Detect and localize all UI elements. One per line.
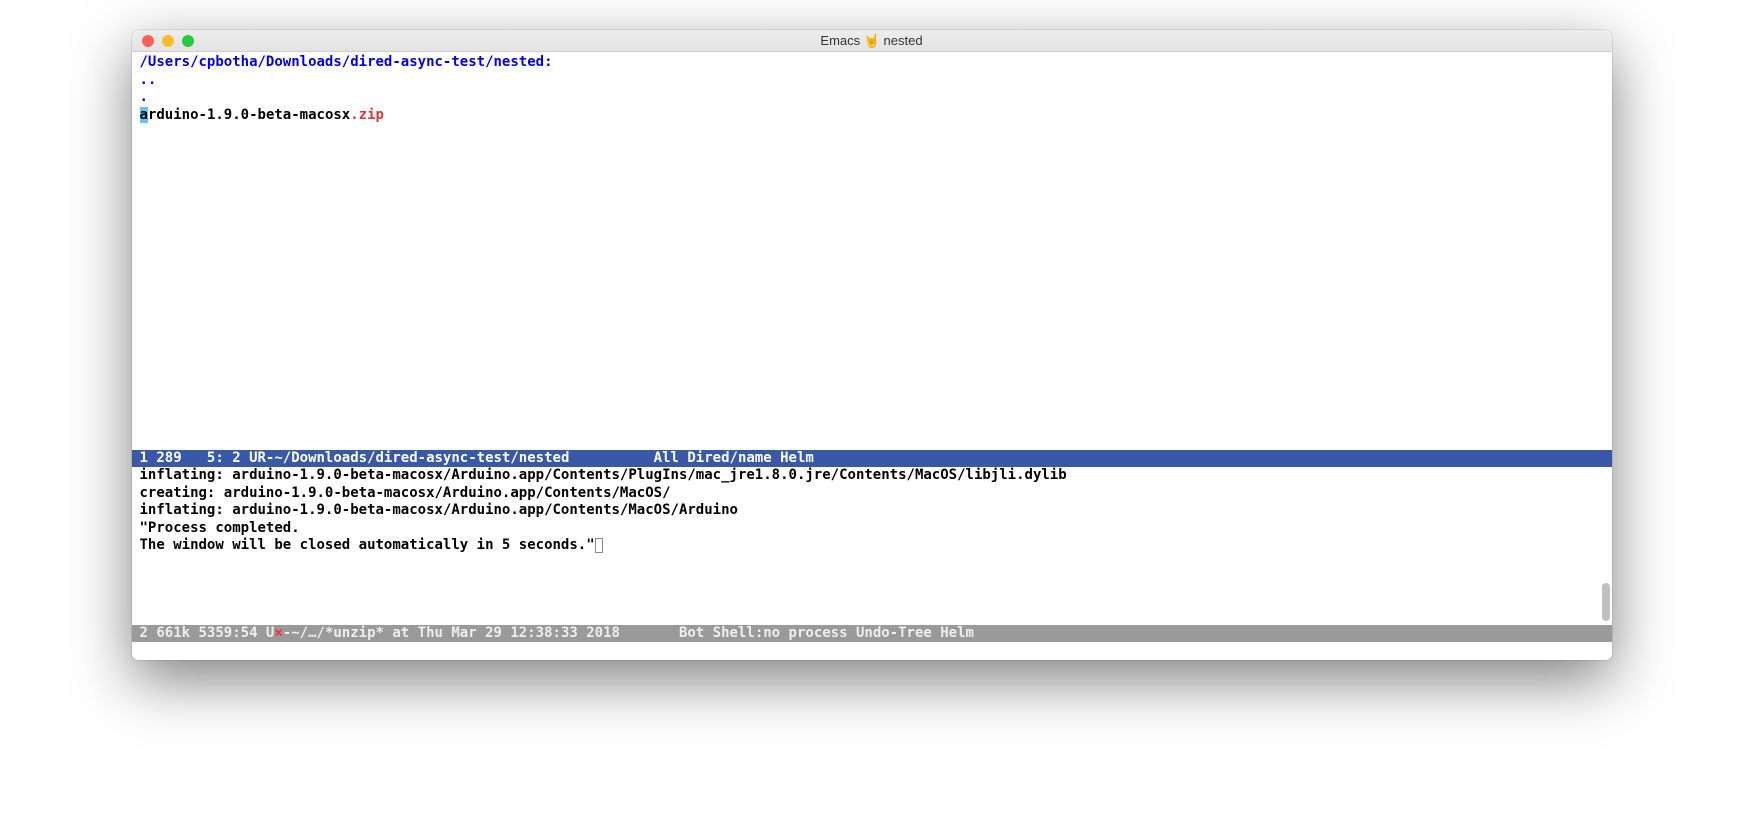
dired-file-name: rduino-1.9.0-beta-macosx [148,107,350,123]
cursor: a [140,107,148,123]
window-title: Emacs 🤘 nested [132,33,1612,49]
modeline-inactive[interactable]: 2 661k 5359:54 U×-~/…/*unzip* at Thu Mar… [132,625,1612,642]
dired-file-ext: .zip [350,107,384,123]
shell-line-last: The window will be closed automatically … [140,537,1604,555]
dired-current-dir[interactable]: . [140,89,1604,107]
maximize-icon[interactable] [182,35,194,47]
dired-buffer[interactable]: /Users/cpbotha/Downloads/dired-async-tes… [132,52,1612,450]
shell-cursor [595,538,603,553]
dired-path: /Users/cpbotha/Downloads/dired-async-tes… [140,54,1604,72]
modeline-active[interactable]: 1 289 5: 2 UR-~/Downloads/dired-async-te… [132,450,1612,467]
modeline-buffer-info: -~/…/*unzip* at Thu Mar 29 12:38:33 2018 [283,625,620,641]
minimize-icon[interactable] [162,35,174,47]
traffic-lights [132,35,194,47]
shell-buffer[interactable]: inflating: arduino-1.9.0-beta-macosx/Ard… [132,467,1612,625]
shell-line: "Process completed. [140,520,1604,538]
modeline-buffer-name: nested [519,450,570,467]
modeline-position: 1 289 5: 2 UR-~/Downloads/dired-async-te… [140,450,519,467]
modeline-modes: All Dired/name Helm [569,450,813,467]
emacs-window: Emacs 🤘 nested /Users/cpbotha/Downloads/… [132,30,1612,660]
shell-line: inflating: arduino-1.9.0-beta-macosx/Ard… [140,502,1604,520]
dired-parent-dir[interactable]: .. [140,72,1604,90]
modeline-position: 2 661k 5359:54 U [140,625,275,641]
dired-file-entry[interactable]: arduino-1.9.0-beta-macosx.zip [140,107,1604,125]
shell-line: creating: arduino-1.9.0-beta-macosx/Ardu… [140,485,1604,503]
modeline-modes: Bot Shell:no process Undo-Tree Helm [620,625,974,641]
titlebar[interactable]: Emacs 🤘 nested [132,30,1612,52]
close-icon[interactable] [142,35,154,47]
scrollbar-thumb[interactable] [1602,583,1610,621]
shell-line: inflating: arduino-1.9.0-beta-macosx/Ard… [140,467,1604,485]
modified-indicator-icon: × [274,625,282,641]
shell-last-text: The window will be closed automatically … [140,537,595,553]
minibuffer[interactable] [132,642,1612,660]
